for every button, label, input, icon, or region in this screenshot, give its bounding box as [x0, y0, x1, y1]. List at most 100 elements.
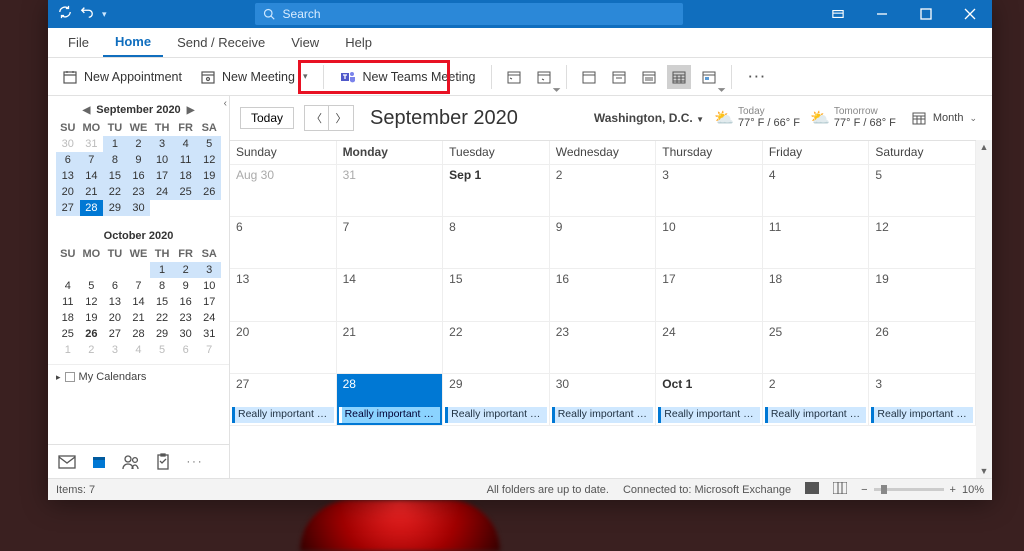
zoom-out-icon[interactable]: − — [861, 484, 867, 496]
day-cell[interactable]: 13 — [230, 269, 337, 321]
undo-icon[interactable] — [80, 5, 94, 24]
calendar-event[interactable]: Really important m… — [339, 407, 441, 423]
mini-cal-day[interactable]: 9 — [127, 152, 151, 168]
calendar-event[interactable]: Really important m… — [765, 407, 867, 423]
day-cell[interactable]: Oct 1Really important m… — [656, 374, 763, 426]
mini-cal-day[interactable]: 17 — [197, 294, 221, 310]
mini-cal-day[interactable]: 30 — [127, 200, 151, 216]
calendar-event[interactable]: Really important m… — [445, 407, 547, 423]
chevron-down-icon[interactable]: ▾ — [303, 71, 308, 82]
tab-home[interactable]: Home — [103, 28, 163, 57]
mini-cal-day[interactable]: 5 — [80, 278, 104, 294]
mini-cal-day[interactable]: 30 — [56, 136, 80, 152]
mini-cal-day[interactable]: 5 — [197, 136, 221, 152]
mini-cal-day[interactable]: 7 — [127, 278, 151, 294]
new-appointment-button[interactable]: New Appointment — [56, 65, 188, 89]
my-calendars-group[interactable]: ▸ My Calendars — [48, 364, 229, 389]
mini-cal-day[interactable]: 21 — [80, 184, 104, 200]
day-cell[interactable]: 10 — [656, 217, 763, 269]
mini-cal-day[interactable]: 16 — [174, 294, 198, 310]
mini-cal-day[interactable]: 16 — [127, 168, 151, 184]
mini-cal-day[interactable]: 20 — [103, 310, 127, 326]
mini-cal-day[interactable]: 29 — [103, 200, 127, 216]
mini-calendar-title[interactable]: September 2020 — [96, 104, 180, 116]
next-7-days-button[interactable]: ◢ — [532, 65, 556, 89]
prev-month-icon[interactable]: ◀ — [83, 105, 91, 116]
mini-cal-day[interactable]: 21 — [127, 310, 151, 326]
minimize-button[interactable] — [860, 0, 904, 28]
mini-cal-day[interactable]: 10 — [150, 152, 174, 168]
day-cell[interactable]: 4 — [763, 165, 870, 217]
mini-cal-day[interactable]: 28 — [127, 326, 151, 342]
nav-overflow-icon[interactable]: ··· — [186, 453, 204, 471]
ribbon-mode-button[interactable] — [816, 0, 860, 28]
day-cell[interactable]: 22 — [443, 322, 550, 374]
day-cell[interactable]: 17 — [656, 269, 763, 321]
day-cell[interactable]: 16 — [550, 269, 657, 321]
tasks-module-icon[interactable] — [154, 453, 172, 471]
mini-cal-day[interactable]: 23 — [127, 184, 151, 200]
scroll-up-icon[interactable]: ▲ — [980, 140, 989, 154]
day-cell[interactable]: 30Really important m… — [550, 374, 657, 426]
day-cell[interactable]: Aug 30 — [230, 165, 337, 217]
mini-cal-day[interactable]: 1 — [150, 262, 174, 278]
mini-cal-day[interactable]: 4 — [56, 278, 80, 294]
new-teams-meeting-button[interactable]: New Teams Meeting — [334, 65, 481, 89]
zoom-control[interactable]: − + 10% — [861, 484, 984, 496]
mini-cal-day[interactable]: 15 — [103, 168, 127, 184]
day-cell[interactable]: 15 — [443, 269, 550, 321]
search-box[interactable] — [255, 3, 683, 25]
calendar-event[interactable]: Really important m… — [658, 407, 760, 423]
mini-cal-day[interactable]: 12 — [80, 294, 104, 310]
view-reading-icon[interactable] — [833, 482, 847, 497]
mini-cal-day[interactable]: 24 — [197, 310, 221, 326]
tab-view[interactable]: View — [279, 29, 331, 56]
day-cell[interactable]: 9 — [550, 217, 657, 269]
mini-cal-day[interactable]: 11 — [56, 294, 80, 310]
mini-cal-day[interactable]: 31 — [197, 326, 221, 342]
day-cell[interactable]: 18 — [763, 269, 870, 321]
day-cell[interactable]: 27Really important m… — [230, 374, 337, 426]
mini-cal-day[interactable]: 2 — [174, 262, 198, 278]
weather-today[interactable]: ⛅ Today77° F / 66° F — [714, 106, 800, 129]
view-selector[interactable]: Month ⌄ — [906, 107, 982, 129]
mini-cal-day[interactable]: 25 — [174, 184, 198, 200]
mini-cal-day[interactable]: 23 — [174, 310, 198, 326]
mini-cal-day[interactable]: 3 — [197, 262, 221, 278]
mini-cal-day[interactable]: 7 — [80, 152, 104, 168]
day-cell[interactable]: 20 — [230, 322, 337, 374]
mini-calendar-title[interactable]: October 2020 — [104, 230, 174, 242]
mini-cal-day[interactable]: 2 — [127, 136, 151, 152]
day-cell[interactable]: 14 — [337, 269, 444, 321]
day-cell[interactable]: 6 — [230, 217, 337, 269]
zoom-in-icon[interactable]: + — [950, 484, 956, 496]
sync-icon[interactable] — [58, 5, 72, 24]
day-cell[interactable]: 8 — [443, 217, 550, 269]
mini-cal-day[interactable]: 8 — [150, 278, 174, 294]
mini-cal-day[interactable]: 6 — [56, 152, 80, 168]
view-normal-icon[interactable] — [805, 482, 819, 497]
tab-send-receive[interactable]: Send / Receive — [165, 29, 277, 56]
mini-cal-day[interactable]: 27 — [56, 200, 80, 216]
mini-cal-day[interactable]: 26 — [197, 184, 221, 200]
maximize-button[interactable] — [904, 0, 948, 28]
mini-cal-day[interactable]: 3 — [103, 342, 127, 358]
calendar-event[interactable]: Really important m… — [552, 407, 654, 423]
day-cell[interactable]: 12 — [869, 217, 976, 269]
calendar-module-icon[interactable] — [90, 453, 108, 471]
mini-cal-day[interactable]: 29 — [150, 326, 174, 342]
zoom-slider[interactable] — [874, 488, 944, 491]
mini-cal-day[interactable]: 30 — [174, 326, 198, 342]
mini-cal-day[interactable]: 1 — [103, 136, 127, 152]
mini-cal-day[interactable]: 17 — [150, 168, 174, 184]
month-grid[interactable]: SundayMondayTuesdayWednesdayThursdayFrid… — [230, 140, 976, 478]
work-week-view-button[interactable] — [607, 65, 631, 89]
new-meeting-button[interactable]: New Meeting ▾ — [194, 65, 313, 89]
mini-cal-day[interactable]: 11 — [174, 152, 198, 168]
mini-cal-day[interactable]: 3 — [150, 136, 174, 152]
day-cell[interactable]: 26 — [869, 322, 976, 374]
next-period-button[interactable]: 〉 — [329, 106, 353, 130]
mini-cal-day[interactable]: 4 — [174, 136, 198, 152]
mail-module-icon[interactable] — [58, 453, 76, 471]
today-icon-button[interactable] — [502, 65, 526, 89]
